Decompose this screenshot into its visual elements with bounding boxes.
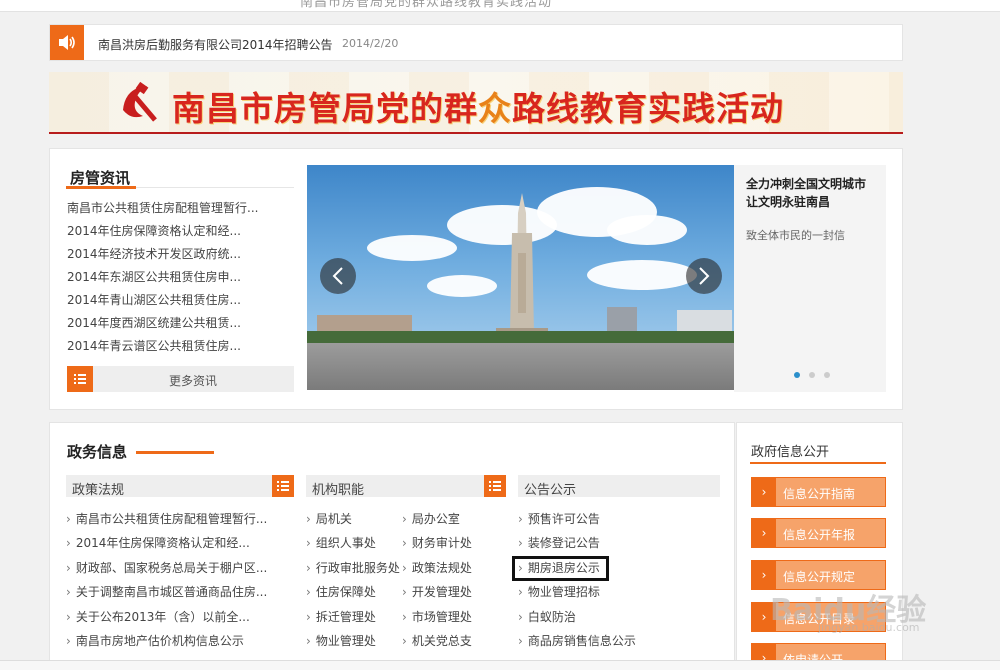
slider-dot[interactable]: [824, 372, 830, 378]
list-item[interactable]: 行政审批服务处: [306, 556, 400, 580]
top-strip: 南昌市房管局党的群众路线教育实践活动: [0, 0, 1000, 12]
slider-dot[interactable]: [794, 372, 800, 378]
gov-title: 政务信息: [67, 443, 128, 461]
list-icon: [67, 366, 93, 392]
highlight-box: [512, 556, 609, 581]
baidu-watermark: Baidu经验 jingyan.baidu.com: [770, 585, 950, 635]
slider-dots: [794, 363, 839, 382]
chevron-right-icon: ›: [752, 478, 776, 506]
list-item[interactable]: 住房保障处: [306, 580, 400, 604]
slider-next-button[interactable]: [686, 258, 722, 294]
news-item[interactable]: 2014年青云谱区公共租赁住房...: [67, 335, 258, 358]
notice-column-header[interactable]: 公告公示: [518, 475, 720, 498]
list-item[interactable]: 拆迁管理处: [306, 605, 400, 629]
list-icon[interactable]: [272, 475, 294, 497]
list-item[interactable]: 局机关: [306, 507, 400, 531]
list-item[interactable]: 开发管理处: [402, 580, 472, 604]
list-icon[interactable]: [484, 475, 506, 497]
list-item[interactable]: 2014年住房保障资格认定和经...: [66, 531, 267, 555]
list-item[interactable]: 南昌市公共租赁住房配租管理暂行...: [66, 507, 267, 531]
list-item[interactable]: 市场管理处: [402, 605, 472, 629]
list-item[interactable]: 南昌市房地产估价机构信息公示: [66, 629, 267, 653]
list-item[interactable]: 物业管理处: [306, 629, 400, 653]
public-info-title: 政府信息公开: [751, 445, 830, 460]
list-item[interactable]: 财政部、国家税务总局关于棚户区...: [66, 556, 267, 580]
slider-dot[interactable]: [809, 372, 815, 378]
news-item[interactable]: 2014年青山湖区公共租赁住房...: [67, 289, 258, 312]
slider-caption[interactable]: 全力冲刺全国文明城市 让文明永驻南昌 致全体市民的一封信: [734, 165, 886, 392]
chevron-right-icon: [699, 267, 710, 285]
list-item[interactable]: 局办公室: [402, 507, 472, 531]
list-item[interactable]: 组织人事处: [306, 531, 400, 555]
bottom-bar: [0, 660, 1000, 670]
list-item[interactable]: 机关党总支: [402, 629, 472, 653]
news-item[interactable]: 南昌市公共租赁住房配租管理暂行...: [67, 197, 258, 220]
news-item[interactable]: 2014年东湖区公共租赁住房申...: [67, 266, 258, 289]
chevron-left-icon: [332, 267, 343, 285]
public-info-guide-button[interactable]: › 信息公开指南: [751, 477, 886, 507]
news-item[interactable]: 2014年经济技术开发区政府统...: [67, 243, 258, 266]
image-slider[interactable]: [307, 165, 734, 390]
org-column-header[interactable]: 机构职能: [306, 475, 506, 498]
public-info-report-button[interactable]: › 信息公开年报: [751, 518, 886, 548]
list-item[interactable]: 财务审计处: [402, 531, 472, 555]
news-item[interactable]: 2014年度西湖区统建公共租赁...: [67, 312, 258, 335]
monument-image: [486, 193, 558, 348]
speaker-icon: [50, 25, 84, 60]
policy-list: 南昌市公共租赁住房配租管理暂行... 2014年住房保障资格认定和经... 财政…: [66, 507, 267, 653]
policy-column-header[interactable]: 政策法规: [66, 475, 294, 498]
campaign-banner[interactable]: 南昌市房管局党的群众路线教育实践活动: [49, 72, 903, 134]
chevron-right-icon: ›: [752, 519, 776, 547]
org-list-right: 局办公室 财务审计处 政策法规处 开发管理处 市场管理处 机关党总支: [402, 507, 472, 653]
list-item[interactable]: 政策法规处: [402, 556, 472, 580]
notice-date: 2014/2/20: [342, 37, 399, 50]
list-item[interactable]: 关于公布2013年（含）以前全...: [66, 605, 267, 629]
slider-headline[interactable]: 全力冲刺全国文明城市 让文明永驻南昌: [746, 175, 880, 211]
list-item[interactable]: 关于调整南昌市城区普通商品住房...: [66, 580, 267, 604]
list-item[interactable]: 白蚁防治: [518, 605, 636, 629]
more-news-label: 更多资讯: [169, 374, 218, 388]
list-item[interactable]: 预售许可公告: [518, 507, 636, 531]
gov-info-panel: 政务信息 政策法规 机构职能 公告公示 南昌市公共租赁住房配租管理暂行... 2…: [49, 422, 735, 670]
notice-link[interactable]: 南昌洪房后勤服务有限公司2014年招聘公告: [98, 36, 333, 53]
top-strip-text: 南昌市房管局党的群众路线教育实践活动: [300, 0, 553, 10]
news-item[interactable]: 2014年住房保障资格认定和经...: [67, 220, 258, 243]
banner-title: 南昌市房管局党的群众路线教育实践活动: [172, 89, 784, 128]
org-list-left: 局机关 组织人事处 行政审批服务处 住房保障处 拆迁管理处 物业管理处: [306, 507, 400, 653]
slider-subline[interactable]: 致全体市民的一封信: [746, 227, 845, 243]
list-item[interactable]: 物业管理招标: [518, 580, 636, 604]
news-title: 房管资讯: [70, 169, 131, 187]
news-panel: 房管资讯 南昌市公共租赁住房配租管理暂行... 2014年住房保障资格认定和经.…: [49, 148, 903, 410]
party-emblem-icon: [123, 81, 157, 122]
watermark-url: jingyan.baidu.com: [818, 621, 920, 634]
slider-prev-button[interactable]: [320, 258, 356, 294]
list-item[interactable]: 装修登记公告: [518, 531, 636, 555]
notice-bar[interactable]: 南昌洪房后勤服务有限公司2014年招聘公告 2014/2/20: [49, 24, 903, 61]
news-list: 南昌市公共租赁住房配租管理暂行... 2014年住房保障资格认定和经... 20…: [67, 197, 258, 358]
more-news-button[interactable]: 更多资讯: [67, 366, 294, 392]
list-item[interactable]: 商品房销售信息公示: [518, 629, 636, 653]
